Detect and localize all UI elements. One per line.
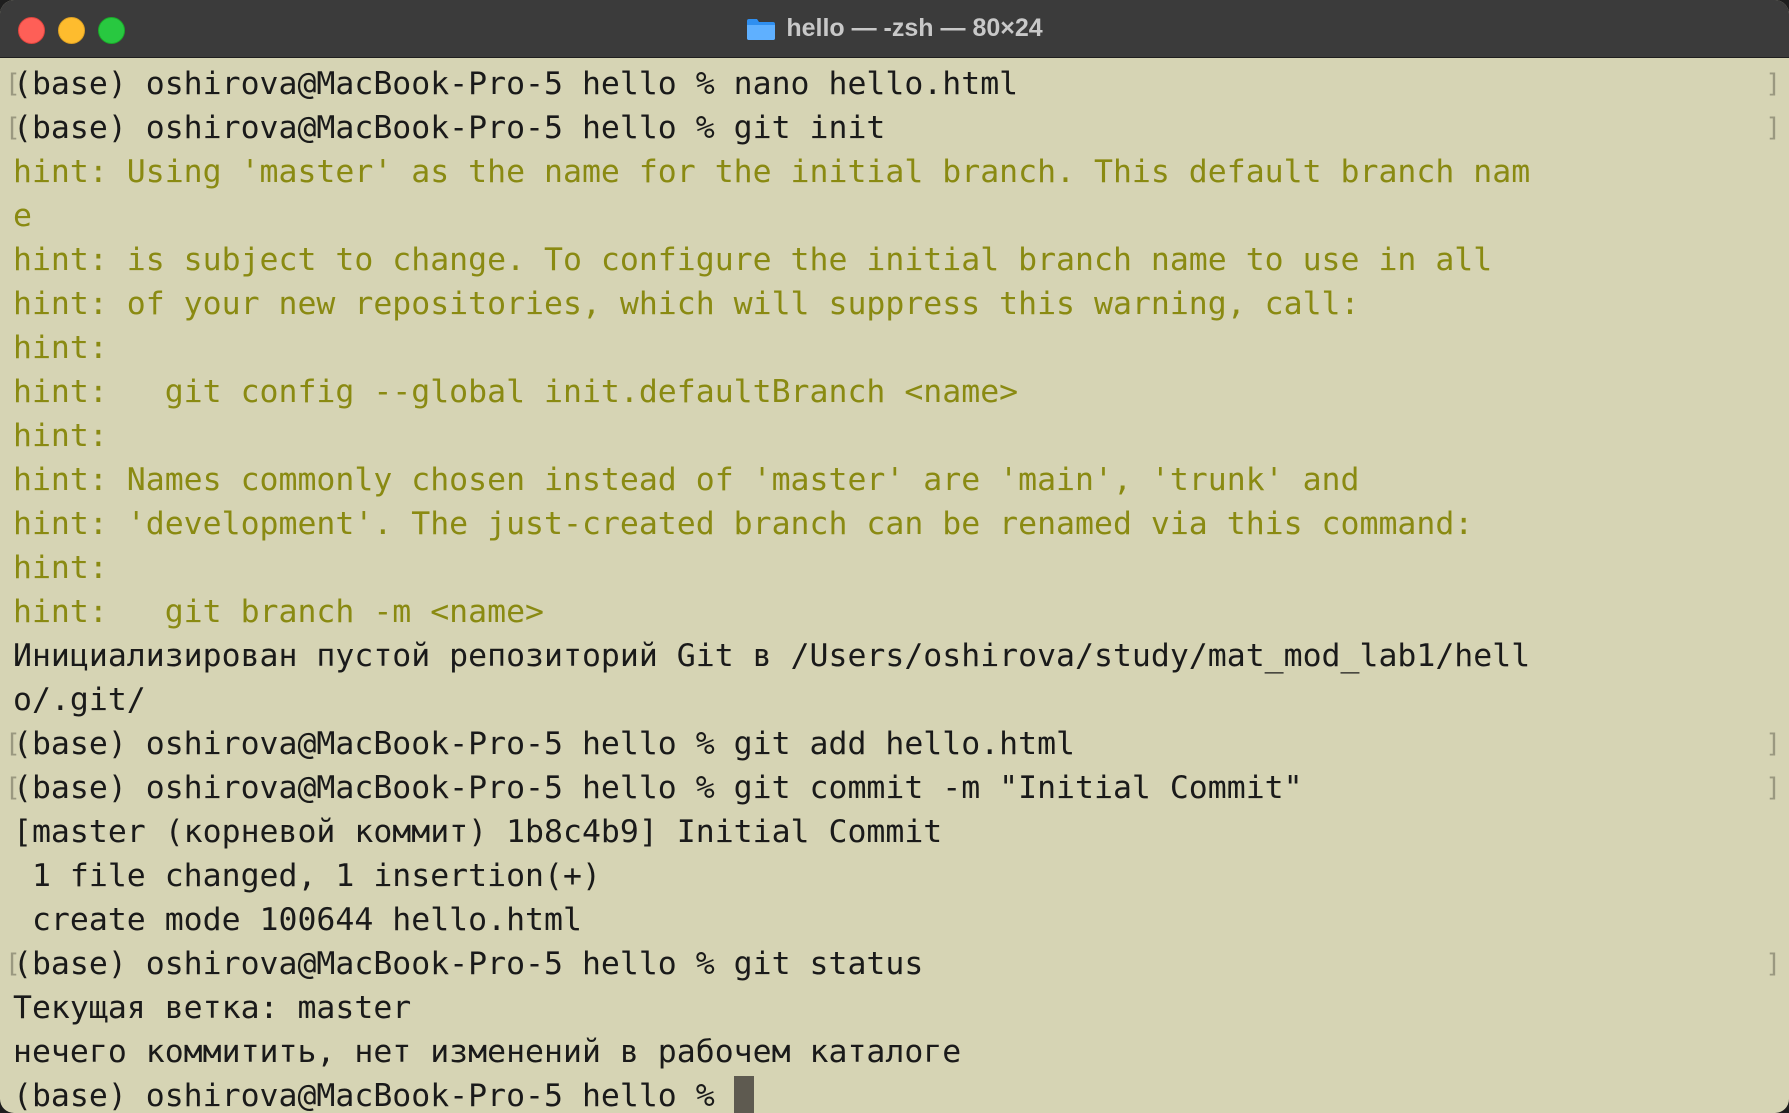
- window-title: hello — -zsh — 80×24: [786, 14, 1043, 42]
- folder-icon: [747, 18, 776, 40]
- hint-line: hint: Names commonly chosen instead of '…: [13, 458, 1789, 502]
- line-text: (base) oshirova@MacBook-Pro-5 hello % gi…: [13, 770, 1303, 806]
- output-line: 1 file changed, 1 insertion(+): [13, 854, 1789, 898]
- hint-line: hint:: [13, 414, 1789, 458]
- prompt-mark-left: [: [5, 773, 21, 803]
- prompt-mark-right: ]: [1765, 949, 1781, 979]
- prompt-mark-left: [: [5, 113, 21, 143]
- prompt-line: [] (base) oshirova@MacBook-Pro-5 hello % …: [5, 106, 1789, 150]
- line-text: o/.git/: [13, 682, 146, 718]
- line-text: (base) oshirova@MacBook-Pro-5 hello % gi…: [13, 946, 924, 982]
- terminal-output[interactable]: [] (base) oshirova@MacBook-Pro-5 hello % …: [5, 62, 1789, 1113]
- prompt-mark-left: [: [5, 69, 21, 99]
- current-prompt-line[interactable]: (base) oshirova@MacBook-Pro-5 hello %: [13, 1074, 1789, 1113]
- terminal-window: hello — -zsh — 80×24 [] (base) oshirova@M…: [0, 0, 1789, 1113]
- prompt-mark-left: [: [5, 949, 21, 979]
- text-cursor: [733, 1076, 754, 1113]
- line-text: hint:: [13, 330, 108, 366]
- hint-line: hint: is subject to change. To configure…: [13, 238, 1789, 282]
- line-text: e: [13, 198, 32, 234]
- hint-line: hint:: [13, 546, 1789, 590]
- line-text: hint: is subject to change. To configure…: [13, 242, 1493, 278]
- output-line: o/.git/: [13, 678, 1789, 722]
- hint-line: hint: git branch -m <name>: [13, 590, 1789, 634]
- line-text: (base) oshirova@MacBook-Pro-5 hello % na…: [13, 66, 1019, 102]
- line-text: hint: of your new repositories, which wi…: [13, 286, 1360, 322]
- line-text: Инициализирован пустой репозиторий Git в…: [13, 638, 1531, 674]
- line-text: Текущая ветка: master: [13, 990, 412, 1026]
- line-text: [master (корневой коммит) 1b8c4b9] Initi…: [13, 814, 943, 850]
- prompt-mark-right: ]: [1765, 773, 1781, 803]
- line-text: hint:: [13, 550, 108, 586]
- prompt-line: [] (base) oshirova@MacBook-Pro-5 hello % …: [5, 62, 1789, 106]
- prompt-mark-right: ]: [1765, 113, 1781, 143]
- line-text: hint: 'development'. The just-created br…: [13, 506, 1474, 542]
- output-line: нечего коммитить, нет изменений в рабоче…: [13, 1030, 1789, 1074]
- line-text: hint:: [13, 418, 108, 454]
- hint-line: hint: Using 'master' as the name for the…: [13, 150, 1789, 194]
- prompt-line: [] (base) oshirova@MacBook-Pro-5 hello % …: [5, 766, 1789, 810]
- hint-line: e: [13, 194, 1789, 238]
- line-text: 1 file changed, 1 insertion(+): [13, 858, 601, 894]
- prompt-mark-right: ]: [1765, 729, 1781, 759]
- output-line: [master (корневой коммит) 1b8c4b9] Initi…: [13, 810, 1789, 854]
- hint-line: hint: 'development'. The just-created br…: [13, 502, 1789, 546]
- line-text: hint: Names commonly chosen instead of '…: [13, 462, 1360, 498]
- prompt-line: [] (base) oshirova@MacBook-Pro-5 hello % …: [5, 942, 1789, 986]
- line-text: hint: git branch -m <name>: [13, 594, 545, 630]
- window-title-area: hello — -zsh — 80×24: [0, 0, 1789, 57]
- output-line: create mode 100644 hello.html: [13, 898, 1789, 942]
- prompt-mark-left: [: [5, 729, 21, 759]
- line-text: (base) oshirova@MacBook-Pro-5 hello % gi…: [13, 110, 886, 146]
- hint-line: hint: of your new repositories, which wi…: [13, 282, 1789, 326]
- hint-line: hint:: [13, 326, 1789, 370]
- output-line: Текущая ветка: master: [13, 986, 1789, 1030]
- hint-line: hint: git config --global init.defaultBr…: [13, 370, 1789, 414]
- title-bar[interactable]: hello — -zsh — 80×24: [0, 0, 1789, 58]
- line-text: нечего коммитить, нет изменений в рабоче…: [13, 1034, 962, 1070]
- prompt-mark-right: ]: [1765, 69, 1781, 99]
- line-text: hint: git config --global init.defaultBr…: [13, 374, 1019, 410]
- line-text: (base) oshirova@MacBook-Pro-5 hello % gi…: [13, 726, 1076, 762]
- prompt-line: [] (base) oshirova@MacBook-Pro-5 hello % …: [5, 722, 1789, 766]
- line-text: create mode 100644 hello.html: [13, 902, 582, 938]
- line-text: hint: Using 'master' as the name for the…: [13, 154, 1531, 190]
- current-prompt-text: (base) oshirova@MacBook-Pro-5 hello %: [13, 1078, 734, 1113]
- output-line: Инициализирован пустой репозиторий Git в…: [13, 634, 1789, 678]
